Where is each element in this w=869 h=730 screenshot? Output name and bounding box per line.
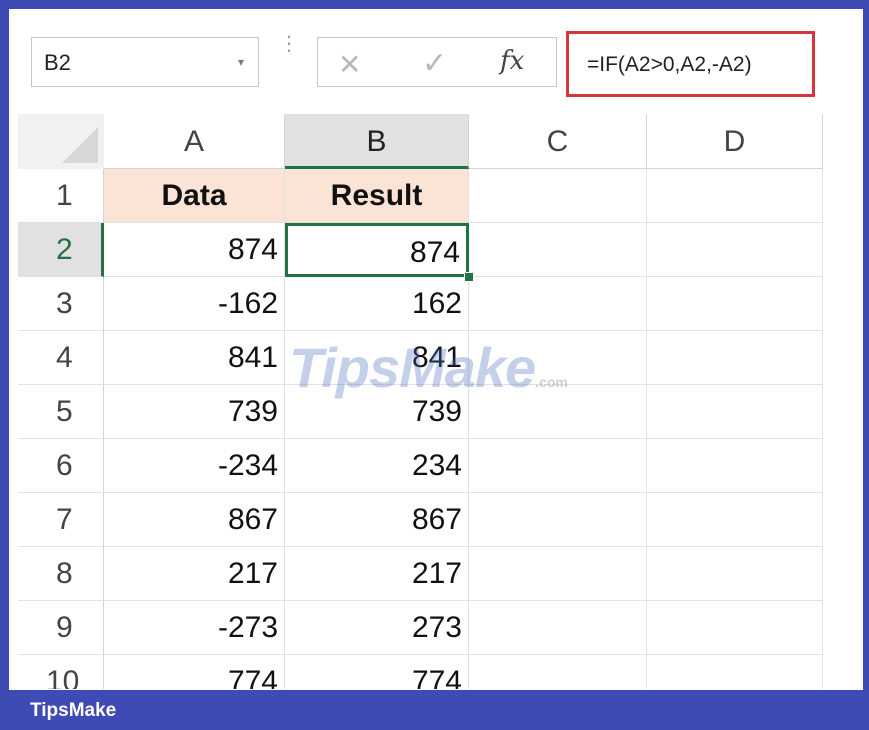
cell-a10[interactable]: 774	[104, 655, 285, 689]
cell-a5[interactable]: 739	[104, 385, 285, 439]
cell-d1[interactable]	[647, 169, 823, 223]
cancel-icon[interactable]: ✕	[338, 48, 361, 81]
cell-d7[interactable]	[647, 493, 823, 547]
cell-c10[interactable]	[469, 655, 647, 689]
row-header-6[interactable]: 6	[18, 439, 104, 493]
cell-a7[interactable]: 867	[104, 493, 285, 547]
cell-b9[interactable]: 273	[285, 601, 469, 655]
chevron-down-icon[interactable]: ▾	[238, 55, 244, 69]
enter-icon[interactable]: ✓	[422, 46, 447, 81]
cell-b2[interactable]: 874	[285, 223, 469, 277]
cell-d9[interactable]	[647, 601, 823, 655]
cell-a2[interactable]: 874	[104, 223, 285, 277]
fill-handle[interactable]	[464, 272, 474, 282]
cell-a9[interactable]: -273	[104, 601, 285, 655]
row-header-2[interactable]: 2	[18, 223, 104, 277]
name-box-value: B2	[44, 50, 71, 75]
more-options-icon[interactable]: ⋮	[279, 34, 299, 79]
cell-d10[interactable]	[647, 655, 823, 689]
row-header-1[interactable]: 1	[18, 169, 104, 223]
row-header-3[interactable]: 3	[18, 277, 104, 331]
column-header-c[interactable]: C	[469, 114, 647, 169]
cell-c9[interactable]	[469, 601, 647, 655]
cell-b6[interactable]: 234	[285, 439, 469, 493]
row-header-4[interactable]: 4	[18, 331, 104, 385]
cell-c7[interactable]	[469, 493, 647, 547]
row-header-10[interactable]: 10	[18, 655, 104, 689]
cell-d5[interactable]	[647, 385, 823, 439]
cell-d8[interactable]	[647, 547, 823, 601]
cell-b10[interactable]: 774	[285, 655, 469, 689]
cell-c8[interactable]	[469, 547, 647, 601]
watermark: TipsMake.com	[289, 335, 568, 400]
cell-d3[interactable]	[647, 277, 823, 331]
formula-input[interactable]: =IF(A2>0,A2,-A2)	[566, 31, 815, 97]
row-header-8[interactable]: 8	[18, 547, 104, 601]
cell-b7[interactable]: 867	[285, 493, 469, 547]
cell-a4[interactable]: 841	[104, 331, 285, 385]
cell-b1[interactable]: Result	[285, 169, 469, 223]
cell-c1[interactable]	[469, 169, 647, 223]
cell-b8[interactable]: 217	[285, 547, 469, 601]
watermark-text: TipsMake	[289, 336, 536, 399]
column-header-b[interactable]: B	[285, 114, 469, 169]
name-box[interactable]: B2 ▾	[31, 37, 259, 87]
formula-bar: B2 ▾ ⋮ ✕ ✓ fx =IF(A2>0,A2,-A2)	[9, 9, 863, 109]
cell-a3[interactable]: -162	[104, 277, 285, 331]
watermark-suffix: .com	[535, 374, 568, 390]
cell-d4[interactable]	[647, 331, 823, 385]
cell-a6[interactable]: -234	[104, 439, 285, 493]
cell-a8[interactable]: 217	[104, 547, 285, 601]
formula-text: =IF(A2>0,A2,-A2)	[587, 53, 752, 76]
row-header-7[interactable]: 7	[18, 493, 104, 547]
cell-c3[interactable]	[469, 277, 647, 331]
cell-a1[interactable]: Data	[104, 169, 285, 223]
column-header-d[interactable]: D	[647, 114, 823, 169]
footer-brand: TipsMake	[30, 700, 117, 721]
footer-bar: TipsMake	[0, 690, 869, 730]
column-header-a[interactable]: A	[104, 114, 285, 169]
cell-d2[interactable]	[647, 223, 823, 277]
select-all-corner[interactable]	[18, 114, 105, 170]
row-header-5[interactable]: 5	[18, 385, 104, 439]
cell-c2[interactable]	[469, 223, 647, 277]
row-header-9[interactable]: 9	[18, 601, 104, 655]
insert-function-icon[interactable]: fx	[500, 46, 524, 76]
cell-c6[interactable]	[469, 439, 647, 493]
select-all-icon	[62, 127, 98, 163]
formula-controls: ✕ ✓ fx	[317, 37, 557, 87]
cell-d6[interactable]	[647, 439, 823, 493]
cell-b3[interactable]: 162	[285, 277, 469, 331]
